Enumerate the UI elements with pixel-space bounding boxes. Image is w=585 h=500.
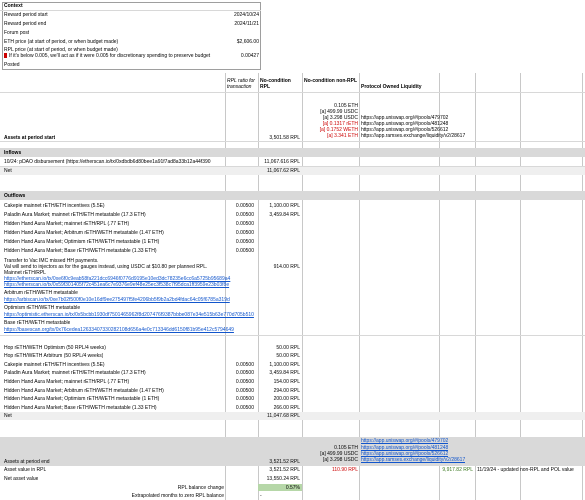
extrapolated-label[interactable]: Extrapolated months to zero RPL balance [80, 493, 224, 499]
inflows-net-label: Net [4, 168, 12, 174]
asset-value-pol[interactable]: 9,917.82 RPL [440, 467, 473, 473]
balance-change-value[interactable]: 0.57% [260, 485, 300, 491]
hop-rpl[interactable]: 50.00 RPL [260, 353, 300, 359]
pol-link[interactable]: https://app.ramses.exchange/liquidity/v2… [361, 133, 465, 139]
outflow-ratio[interactable]: 0.00500 [226, 396, 254, 402]
transfer-detail: Arbitrum rETH/WETH metastable [4, 290, 78, 296]
header-no-condition-non-rpl: No-condition non-RPL [304, 78, 358, 84]
column-divider [359, 73, 360, 500]
inflow-rpl[interactable]: 11,067.616 RPL [258, 159, 300, 165]
outflow-ratio[interactable]: 0.00500 [226, 248, 254, 254]
outflows-net-label: Net [4, 413, 12, 419]
outflow-ratio[interactable]: 0.00500 [226, 362, 254, 368]
header-no-condition-rpl: No-condition RPL [260, 78, 291, 90]
asset-value-non-rpl[interactable]: 110.90 RPL [304, 467, 358, 473]
outflow-label[interactable]: Hidden Hand Aura Market; Arbitrum rETH/W… [4, 388, 164, 394]
outflow-label[interactable]: Cakepie mainnet rETH/ETH incentives (5.5… [4, 203, 105, 209]
outflow-label[interactable]: Hidden Hand Aura Market; Optimism rETH/W… [4, 239, 159, 245]
asset-value-note[interactable]: 11/19/24 - updated non-RPL and POL value [477, 467, 574, 473]
transfer-link[interactable]: https://optimistic.etherscan.io/tx/0x5bc… [4, 312, 270, 318]
outflow-label[interactable]: Cakepie mainnet rETH/ETH incentives (5.5… [4, 362, 105, 368]
context-value[interactable]: 2024/11/21 [205, 21, 259, 27]
outflow-label[interactable]: Hidden Hand Aura Market; Base rETH/WETH … [4, 405, 157, 411]
outflow-rpl[interactable]: 1,100.00 RPL [260, 362, 300, 368]
asset-value-label[interactable]: Asset value in RPL [4, 467, 46, 473]
net-asset-label[interactable]: Net asset value [4, 476, 38, 482]
outflow-label[interactable]: Hidden Hand Aura Market; Base rETH/WETH … [4, 248, 157, 254]
context-label[interactable]: ETH price (at start of period, or when b… [4, 39, 118, 45]
outflow-rpl[interactable]: 266.00 RPL [260, 405, 300, 411]
outflow-label[interactable]: Paladin Aura Market; mainnet rETH/ETH me… [4, 212, 146, 218]
outflow-ratio[interactable]: 0.00500 [226, 379, 254, 385]
transfer-detail: Base rETH/WETH metastable [4, 320, 71, 326]
outflow-rpl[interactable]: 3,459.84 RPL [260, 370, 300, 376]
inflows-title: Inflows [4, 150, 22, 156]
pol-link[interactable]: https://app.ramses.exchange/liquidity/v2… [361, 457, 465, 463]
transfer-link[interactable]: https://arbiscan.io/tx/0xe7b02f500f0e10e… [4, 297, 270, 303]
hop-label[interactable]: Hop rETH/WETH Optimism (50 RPL/4 weeks) [4, 345, 106, 351]
non-rpl-asset[interactable]: [a] 3.298 USDC [304, 457, 358, 463]
assets-end-rpl[interactable]: 3,521.52 RPL [260, 459, 300, 465]
outflows-net-value[interactable]: 11,047.68 RPL [260, 413, 300, 419]
pol-link[interactable]: https://app.uniswap.org/#/pools/479702 [361, 438, 448, 444]
hop-rpl[interactable]: 50.00 RPL [260, 345, 300, 351]
outflow-ratio[interactable]: 0.00500 [226, 239, 254, 245]
divider [0, 141, 585, 142]
column-divider [582, 73, 583, 500]
outflow-rpl[interactable]: 3,459.84 RPL [260, 212, 300, 218]
divider [0, 10, 261, 11]
outflow-ratio[interactable]: 0.00500 [226, 221, 254, 227]
spreadsheet: Context Reward period start 2024/10/24 R… [0, 0, 585, 500]
inflows-band [0, 148, 585, 157]
header-pol: Protocol Owned Liquidity [361, 84, 422, 90]
context-label[interactable]: Forum post [4, 30, 29, 36]
non-rpl-asset[interactable]: [a] 3.341 ETH [304, 133, 358, 139]
warning-flag-icon [4, 53, 7, 58]
column-divider [520, 73, 521, 500]
column-divider [302, 73, 303, 500]
net-asset-rpl[interactable]: 13,550.24 RPL [260, 476, 300, 482]
context-label[interactable]: Reward period end [4, 21, 46, 27]
column-divider [475, 73, 476, 500]
inflows-net-value[interactable]: 11,067.62 RPL [260, 168, 300, 174]
context-value[interactable]: 2024/10/24 [205, 12, 259, 18]
divider [0, 335, 585, 336]
inflow-row[interactable]: 10/24: pDAO disbursement (https://ethers… [4, 159, 224, 165]
outflow-label[interactable]: Hidden Hand Aura Market; mainnet rETH/RP… [4, 379, 129, 385]
hop-label[interactable]: Hop rETH/WETH Arbitrum (50 RPL/4 weeks) [4, 353, 103, 359]
outflows-band [0, 191, 585, 200]
outflow-ratio[interactable]: 0.00500 [226, 405, 254, 411]
outflow-ratio[interactable]: 0.00500 [226, 203, 254, 209]
extrapolated-value[interactable]: - [260, 493, 262, 499]
assets-end-label[interactable]: Assets at period end [4, 459, 50, 465]
outflow-rpl[interactable]: 294.00 RPL [260, 388, 300, 394]
context-note[interactable]: If it's below 0.005, we'll act as if it … [4, 53, 226, 59]
balance-change-label[interactable]: RPL balance change [120, 485, 224, 491]
outflow-label[interactable]: Paladin Aura Market; mainnet rETH/ETH me… [4, 370, 146, 376]
outflow-rpl[interactable]: 154.00 RPL [260, 379, 300, 385]
outflow-label[interactable]: Hidden Hand Aura Market; Optimism rETH/W… [4, 396, 159, 402]
outflow-rpl[interactable]: 1,100.00 RPL [260, 203, 300, 209]
header-rpl-ratio: RPL ratio for transaction [227, 78, 255, 90]
transfer-link[interactable]: https://etherscan.io/tx/0x59f301405f72c4… [4, 282, 270, 288]
context-label[interactable]: Reward period start [4, 12, 48, 18]
outflow-ratio[interactable]: 0.00500 [226, 212, 254, 218]
context-label[interactable]: Posted [4, 62, 20, 68]
outflow-label[interactable]: Hidden Hand Aura Market; mainnet rETH/RP… [4, 221, 129, 227]
outflow-label[interactable]: Hidden Hand Aura Market; Arbitrum rETH/W… [4, 230, 164, 236]
divider [0, 92, 585, 93]
asset-value-rpl[interactable]: 3,521.52 RPL [260, 467, 300, 473]
outflow-ratio[interactable]: 0.00500 [226, 230, 254, 236]
outflow-ratio[interactable]: 0.00500 [226, 370, 254, 376]
context-value[interactable]: $2,606.00 [205, 39, 259, 45]
outflows-title: Outflows [4, 193, 26, 199]
transfer-rpl[interactable]: 914.00 RPL [260, 264, 300, 270]
outflow-ratio[interactable]: 0.00500 [226, 388, 254, 394]
transfer-link[interactable]: https://basescan.org/tx/0x76cedea1263340… [4, 327, 270, 333]
outflow-rpl[interactable]: 200.00 RPL [260, 396, 300, 402]
context-title: Context [4, 3, 23, 9]
transfer-detail: Optimism rETH/WETH metastable [4, 305, 81, 311]
context-note-text: If it's below 0.005, we'll act as if it … [9, 53, 211, 59]
